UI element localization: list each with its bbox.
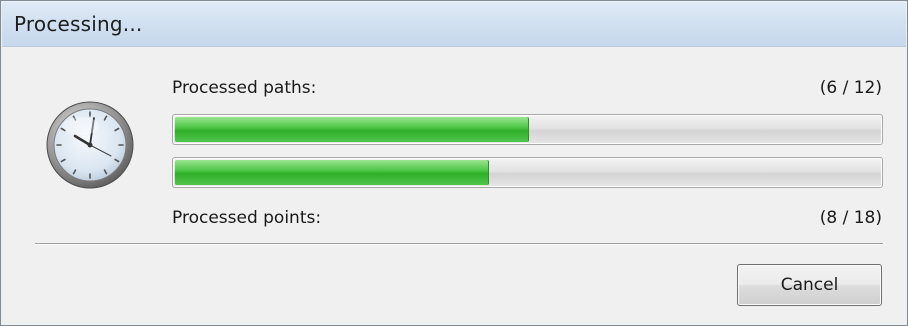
paths-progress-bar bbox=[172, 114, 883, 145]
paths-progress-fill bbox=[175, 117, 529, 142]
processed-paths-count: (6 / 12) bbox=[819, 78, 882, 98]
cancel-button[interactable]: Cancel bbox=[737, 264, 882, 306]
processing-dialog: Processing... Processed paths: (6 / 12) … bbox=[0, 0, 908, 326]
clock-icon bbox=[46, 101, 134, 189]
points-progress-fill bbox=[175, 160, 489, 185]
points-progress-bar bbox=[172, 157, 883, 188]
processed-points-label: Processed points: bbox=[172, 208, 322, 228]
processed-paths-label: Processed paths: bbox=[172, 78, 317, 98]
title-bar[interactable]: Processing... bbox=[2, 2, 906, 47]
processed-points-count: (8 / 18) bbox=[819, 208, 882, 228]
separator bbox=[35, 243, 883, 245]
window-title: Processing... bbox=[14, 12, 143, 36]
